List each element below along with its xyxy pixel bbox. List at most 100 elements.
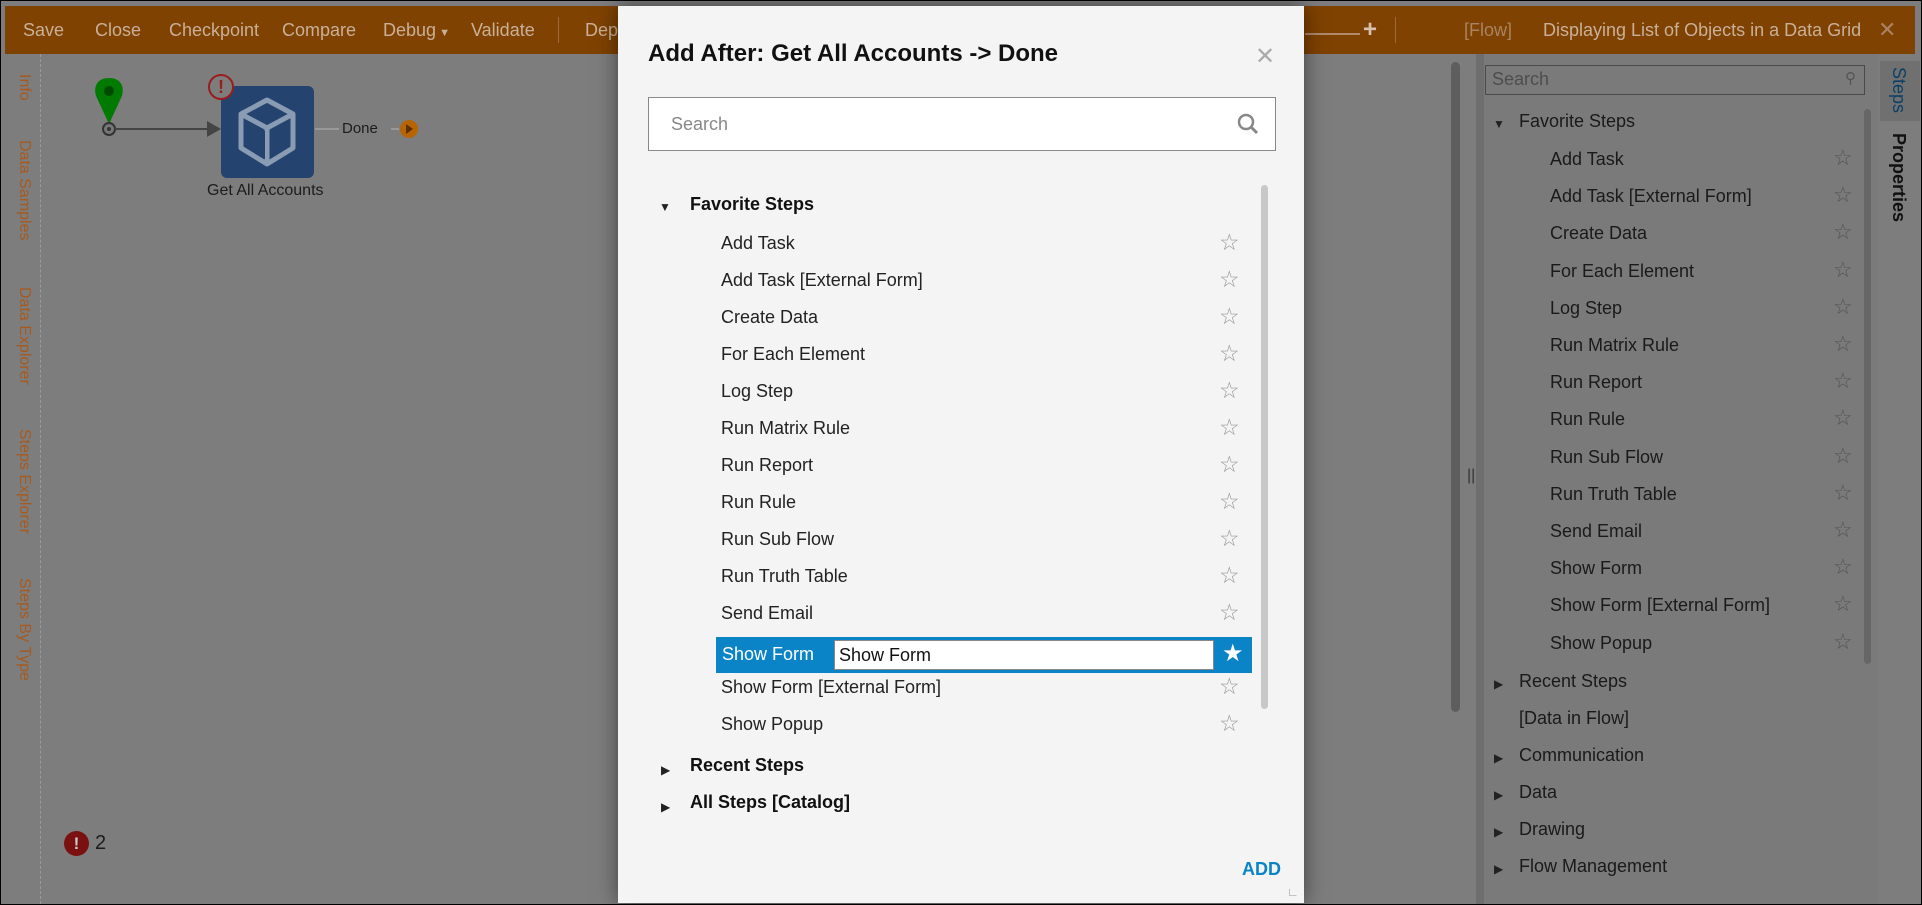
favorites-header[interactable]: Favorite Steps xyxy=(1519,111,1635,132)
star-icon[interactable]: ☆ xyxy=(1833,294,1853,320)
star-icon[interactable]: ☆ xyxy=(1833,145,1853,171)
selected-step-row[interactable]: Show Form Show Form ★ xyxy=(716,637,1252,673)
add-button[interactable]: ADD xyxy=(1242,859,1281,880)
list-item[interactable]: For Each Element xyxy=(721,344,865,365)
star-icon[interactable]: ☆ xyxy=(1833,405,1853,431)
close-icon[interactable]: ✕ xyxy=(1878,17,1896,43)
list-item[interactable]: Run Truth Table xyxy=(1550,484,1677,505)
star-icon[interactable]: ☆ xyxy=(1833,257,1853,283)
save-button[interactable]: Save xyxy=(23,20,64,41)
list-item[interactable]: Send Email xyxy=(721,603,813,624)
list-item[interactable]: Run Sub Flow xyxy=(721,529,834,550)
list-item[interactable]: Add Task xyxy=(721,233,795,254)
steps-search-input[interactable]: Search ⚲ xyxy=(1485,65,1865,95)
validate-button[interactable]: Validate xyxy=(471,20,535,41)
list-item[interactable]: Show Form [External Form] xyxy=(1550,595,1770,616)
star-icon[interactable]: ☆ xyxy=(1219,229,1240,256)
list-item[interactable]: Run Matrix Rule xyxy=(721,418,850,439)
category-item[interactable]: Data xyxy=(1519,782,1557,803)
zoom-in-button[interactable]: + xyxy=(1363,16,1377,44)
zoom-slider[interactable] xyxy=(1305,33,1360,35)
list-item[interactable]: Show Form xyxy=(1550,558,1642,579)
expand-arrow-icon[interactable]: ▶ xyxy=(1494,862,1503,876)
deploy-button[interactable]: Dep xyxy=(585,20,618,41)
list-item[interactable]: For Each Element xyxy=(1550,261,1694,282)
star-icon[interactable]: ☆ xyxy=(1219,488,1240,515)
panel-splitter[interactable]: || xyxy=(1467,467,1475,485)
list-item[interactable]: Create Data xyxy=(1550,223,1647,244)
resize-handle[interactable]: ∟ xyxy=(1287,885,1299,899)
category-item[interactable]: Flow Management xyxy=(1519,856,1667,877)
list-item[interactable]: Add Task xyxy=(1550,149,1624,170)
list-item[interactable]: Run Rule xyxy=(1550,409,1625,430)
all-steps-header[interactable]: All Steps [Catalog] xyxy=(690,792,850,813)
list-item[interactable]: Run Rule xyxy=(721,492,796,513)
close-icon[interactable]: ✕ xyxy=(1255,42,1275,71)
tab-info[interactable]: Info xyxy=(15,74,33,101)
expand-arrow-icon[interactable]: ▶ xyxy=(1494,751,1503,765)
tab-data-explorer[interactable]: Data Explorer xyxy=(15,287,33,385)
list-item[interactable]: Log Step xyxy=(1550,298,1622,319)
list-item[interactable]: Create Data xyxy=(721,307,818,328)
category-item[interactable]: Communication xyxy=(1519,745,1644,766)
star-icon[interactable]: ☆ xyxy=(1833,554,1853,580)
star-icon[interactable]: ☆ xyxy=(1833,480,1853,506)
star-icon[interactable]: ☆ xyxy=(1219,673,1240,700)
star-icon[interactable]: ☆ xyxy=(1833,443,1853,469)
recent-steps-header[interactable]: Recent Steps xyxy=(690,755,804,776)
star-icon[interactable]: ☆ xyxy=(1833,331,1853,357)
tab-steps-explorer[interactable]: Steps Explorer xyxy=(15,429,33,534)
list-item[interactable]: Run Truth Table xyxy=(721,566,848,587)
dialog-scrollbar[interactable] xyxy=(1261,185,1268,709)
expand-arrow-icon[interactable]: ▶ xyxy=(661,800,670,814)
close-button[interactable]: Close xyxy=(95,20,141,41)
error-icon[interactable]: ! xyxy=(208,74,234,100)
star-icon[interactable]: ☆ xyxy=(1219,562,1240,589)
expand-arrow-icon[interactable]: ▶ xyxy=(661,763,670,777)
star-icon[interactable]: ☆ xyxy=(1219,377,1240,404)
list-item[interactable]: Run Report xyxy=(721,455,813,476)
star-icon[interactable]: ☆ xyxy=(1219,525,1240,552)
list-item[interactable]: Add Task [External Form] xyxy=(721,270,923,291)
checkpoint-button[interactable]: Checkpoint xyxy=(169,20,259,41)
steps-scrollbar[interactable] xyxy=(1864,109,1871,664)
star-icon[interactable]: ☆ xyxy=(1219,303,1240,330)
recent-steps-header[interactable]: Recent Steps xyxy=(1519,671,1627,692)
expand-arrow-icon[interactable]: ▶ xyxy=(1494,677,1503,691)
star-icon[interactable]: ☆ xyxy=(1219,414,1240,441)
expand-arrow-icon[interactable]: ▼ xyxy=(1493,117,1505,131)
category-item[interactable]: Drawing xyxy=(1519,819,1585,840)
list-item[interactable]: Show Popup xyxy=(721,714,823,735)
star-icon[interactable]: ☆ xyxy=(1219,340,1240,367)
star-icon[interactable]: ☆ xyxy=(1219,599,1240,626)
star-icon[interactable]: ☆ xyxy=(1833,368,1853,394)
star-icon[interactable]: ☆ xyxy=(1833,591,1853,617)
debug-button[interactable]: Debug ▼ xyxy=(383,20,450,41)
star-icon[interactable]: ☆ xyxy=(1219,451,1240,478)
list-item[interactable]: Add Task [External Form] xyxy=(1550,186,1752,207)
rename-input[interactable]: Show Form xyxy=(834,640,1214,670)
tab-data-samples[interactable]: Data Samples xyxy=(15,140,33,241)
star-icon[interactable]: ☆ xyxy=(1219,266,1240,293)
get-all-accounts-step[interactable] xyxy=(221,86,314,178)
canvas-scrollbar[interactable] xyxy=(1451,62,1460,712)
tab-properties[interactable]: Properties xyxy=(1888,133,1909,222)
star-icon[interactable]: ☆ xyxy=(1833,517,1853,543)
list-item[interactable]: Run Sub Flow xyxy=(1550,447,1663,468)
list-item[interactable]: Run Matrix Rule xyxy=(1550,335,1679,356)
list-item[interactable]: Show Form [External Form] xyxy=(721,677,941,698)
list-item[interactable]: Send Email xyxy=(1550,521,1642,542)
favorites-header[interactable]: Favorite Steps xyxy=(690,194,814,215)
star-icon[interactable]: ☆ xyxy=(1219,710,1240,737)
list-item[interactable]: Log Step xyxy=(721,381,793,402)
expand-arrow-icon[interactable]: ▶ xyxy=(1494,825,1503,839)
star-icon[interactable]: ☆ xyxy=(1833,219,1853,245)
star-icon[interactable]: ☆ xyxy=(1833,629,1853,655)
star-icon[interactable]: ☆ xyxy=(1833,182,1853,208)
compare-button[interactable]: Compare xyxy=(282,20,356,41)
tab-steps-by-type[interactable]: Steps By Type xyxy=(15,578,33,681)
tab-steps[interactable]: Steps xyxy=(1888,67,1909,113)
expand-arrow-icon[interactable]: ▶ xyxy=(1494,788,1503,802)
dialog-search-input[interactable]: Search xyxy=(648,97,1276,151)
star-filled-icon[interactable]: ★ xyxy=(1222,639,1244,668)
